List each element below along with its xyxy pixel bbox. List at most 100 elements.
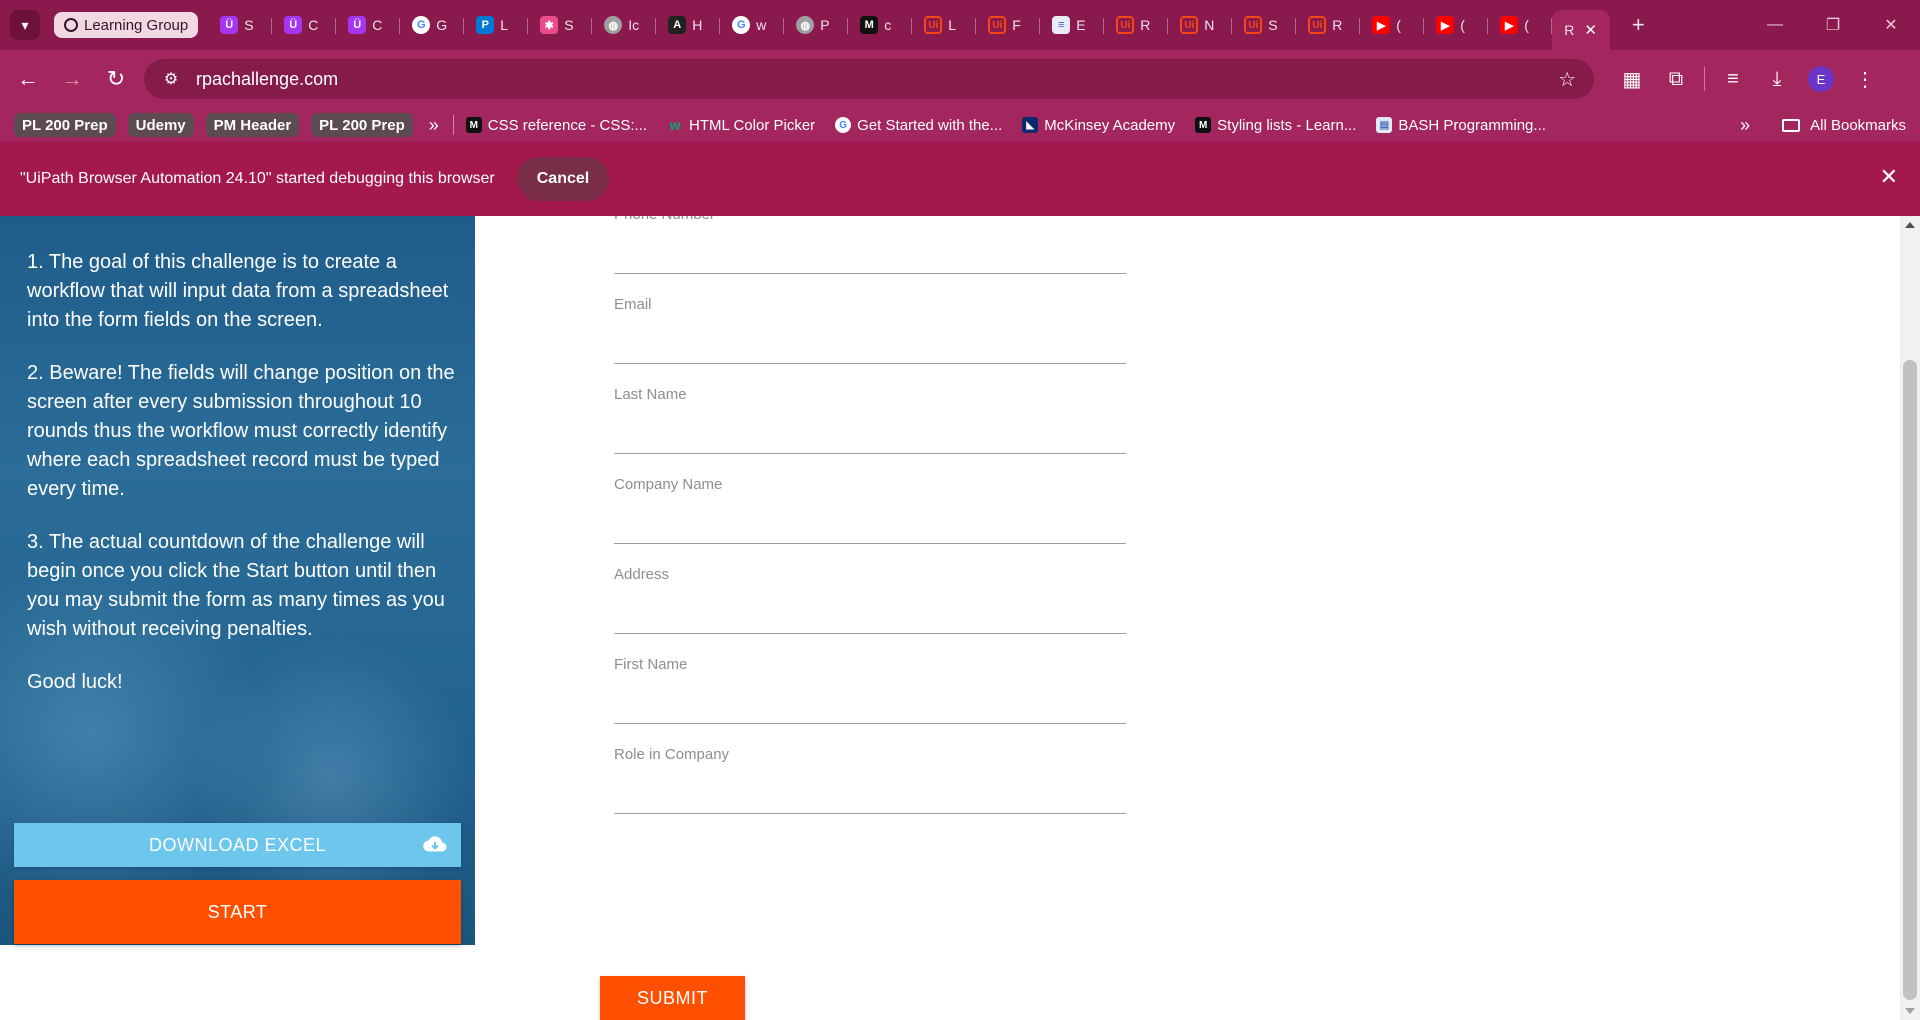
url-text: rpachallenge.com — [196, 68, 339, 89]
browser-tab[interactable]: ÜC — [336, 7, 401, 43]
w3schools-icon: w — [669, 117, 681, 133]
window-controls: — ❐ ✕ — [1746, 0, 1920, 50]
sheets-extension-icon[interactable]: ▦ — [1610, 57, 1654, 101]
instructions-panel: 1. The goal of this challenge is to crea… — [0, 216, 475, 945]
tab-title: P — [820, 17, 830, 33]
forward-button[interactable]: → — [50, 57, 94, 101]
text-input[interactable] — [614, 502, 1126, 544]
tab-title: w — [756, 17, 767, 33]
scroll-up-arrow-icon[interactable] — [1905, 222, 1915, 228]
browser-tab[interactable]: Ui S — [1232, 7, 1297, 43]
browser-tab[interactable]: PL — [464, 7, 529, 43]
bookmark-label: BASH Programming... — [1398, 116, 1546, 134]
bookmark-item[interactable]: M CSS reference - CSS:... — [465, 117, 647, 134]
close-window-icon[interactable]: ✕ — [1862, 0, 1920, 50]
bookmark-label: HTML Color Picker — [689, 116, 816, 134]
submit-button[interactable]: SUBMIT — [600, 976, 745, 1020]
field-label: Email — [614, 296, 652, 313]
bookmark-folder-chip[interactable]: PM Header — [205, 113, 300, 137]
bookmark-item[interactable]: M Styling lists - Learn... — [1195, 117, 1356, 134]
youtube-icon: ▶ — [1436, 16, 1455, 34]
tab-title: G — [436, 17, 448, 33]
text-input[interactable] — [614, 592, 1126, 634]
chevron-down-icon: ▾ — [21, 16, 29, 33]
restore-icon[interactable]: ❐ — [1804, 0, 1862, 50]
download-excel-label: DOWNLOAD EXCEL — [148, 834, 327, 855]
browser-tab[interactable]: ÜC — [272, 7, 337, 43]
text-input[interactable] — [614, 322, 1126, 364]
browser-tab[interactable]: ◍ P — [784, 7, 849, 43]
browser-tab[interactable]: Ui N — [1168, 7, 1233, 43]
cloud-download-icon — [423, 836, 447, 852]
browser-tab[interactable]: Gw — [720, 7, 785, 43]
form-field: Last Name — [614, 386, 1126, 476]
active-browser-tab[interactable]: R ✕ — [1552, 10, 1611, 50]
bookmark-item[interactable]: w HTML Color Picker — [667, 116, 816, 134]
bookmark-folder-chip[interactable]: Udemy — [127, 113, 194, 137]
page-scrollbar[interactable] — [1900, 216, 1920, 1020]
address-bar[interactable]: ⚙ rpachallenge.com ☆ — [144, 59, 1594, 99]
bookmark-folder-chip[interactable]: PL 200 Prep — [14, 113, 116, 137]
scroll-down-arrow-icon[interactable] — [1905, 1008, 1915, 1014]
more-bookmarks-chevron-icon[interactable]: » — [1740, 115, 1750, 136]
globe-icon: ◍ — [604, 16, 623, 34]
bookmark-label: McKinsey Academy — [1044, 116, 1176, 134]
all-bookmarks-button[interactable]: All Bookmarks — [1810, 117, 1906, 134]
tab-group-chip[interactable]: Learning Group — [54, 12, 199, 38]
new-tab-button[interactable]: + — [1618, 12, 1658, 38]
double-chevron-icon[interactable]: » — [429, 115, 439, 136]
udemy-icon: Ü — [348, 16, 367, 34]
text-input[interactable] — [614, 232, 1126, 274]
browser-tab[interactable]: Mc — [848, 7, 913, 43]
browser-tab[interactable]: Ui L — [912, 7, 977, 43]
download-excel-button[interactable]: DOWNLOAD EXCEL — [14, 823, 461, 867]
cancel-debug-button[interactable]: Cancel — [516, 157, 610, 201]
close-tab-icon[interactable]: ✕ — [1584, 21, 1597, 39]
forward-arrow-icon: → — [61, 66, 83, 91]
browser-tab[interactable]: AH — [656, 7, 721, 43]
text-input[interactable] — [614, 682, 1126, 724]
bookmark-folder-chip[interactable]: PL 200 Prep — [311, 113, 413, 137]
text-input[interactable] — [614, 412, 1126, 454]
bookmarks-right: » All Bookmarks — [1740, 108, 1906, 142]
minimize-icon[interactable]: — — [1746, 0, 1804, 50]
download-icon[interactable]: ⤓ — [1755, 57, 1799, 101]
tab-title: R — [1332, 17, 1343, 33]
bookmark-item[interactable]: G Get Started with the... — [835, 117, 1002, 134]
browser-tab[interactable]: GG — [400, 7, 465, 43]
browser-tab[interactable]: ✱ S — [528, 7, 593, 43]
udemy-icon: Ü — [284, 16, 303, 34]
powerapps-icon: P — [476, 16, 495, 34]
browser-tab[interactable]: Ui R — [1104, 7, 1169, 43]
browser-tab[interactable]: ▶( — [1424, 7, 1489, 43]
bookmarks-separator — [452, 115, 454, 135]
form-field: First Name — [614, 656, 1126, 746]
menu-kebab-icon[interactable]: ⋮ — [1843, 57, 1887, 101]
tab-title: Ic — [628, 17, 640, 33]
back-button[interactable]: ← — [6, 57, 50, 101]
profile-button[interactable]: E — [1799, 57, 1843, 101]
reload-button[interactable]: ↻ — [94, 57, 138, 101]
browser-tab[interactable]: Ui F — [976, 7, 1041, 43]
browser-tab[interactable]: Ui R — [1296, 7, 1361, 43]
browser-tab[interactable]: ◍ Ic — [592, 7, 657, 43]
browser-tab[interactable]: ≡ E — [1040, 7, 1105, 43]
browser-tab[interactable]: ▶( — [1488, 7, 1553, 43]
browser-tab[interactable]: ▶( — [1360, 7, 1425, 43]
site-info-icon[interactable]: ⚙ — [160, 68, 182, 90]
start-button[interactable]: START — [14, 880, 461, 944]
tab-title: L — [948, 17, 957, 33]
bookmark-item[interactable]: ◣ McKinsey Academy — [1022, 117, 1175, 134]
instructions-text: 1. The goal of this challenge is to crea… — [27, 248, 457, 721]
browser-tab[interactable]: ÜS — [208, 7, 273, 43]
close-icon[interactable]: ✕ — [1880, 164, 1898, 190]
tab-strip: ▾ Learning Group Ü S Ü C Ü C G G P L ✱ S ◍ Ic A H Gw ◍ P Mc… — [0, 0, 1920, 50]
form-field: Phone Number — [614, 216, 1126, 296]
text-input[interactable] — [614, 772, 1126, 814]
bookmark-item[interactable]: ▤ BASH Programming... — [1376, 117, 1546, 134]
scrollbar-thumb[interactable] — [1903, 360, 1917, 1000]
media-controls-icon[interactable]: ≡ — [1711, 57, 1755, 101]
extensions-icon[interactable]: ⧉ — [1654, 57, 1698, 101]
bookmark-star-icon[interactable]: ☆ — [1558, 67, 1576, 92]
tab-search-button[interactable]: ▾ — [10, 10, 40, 40]
